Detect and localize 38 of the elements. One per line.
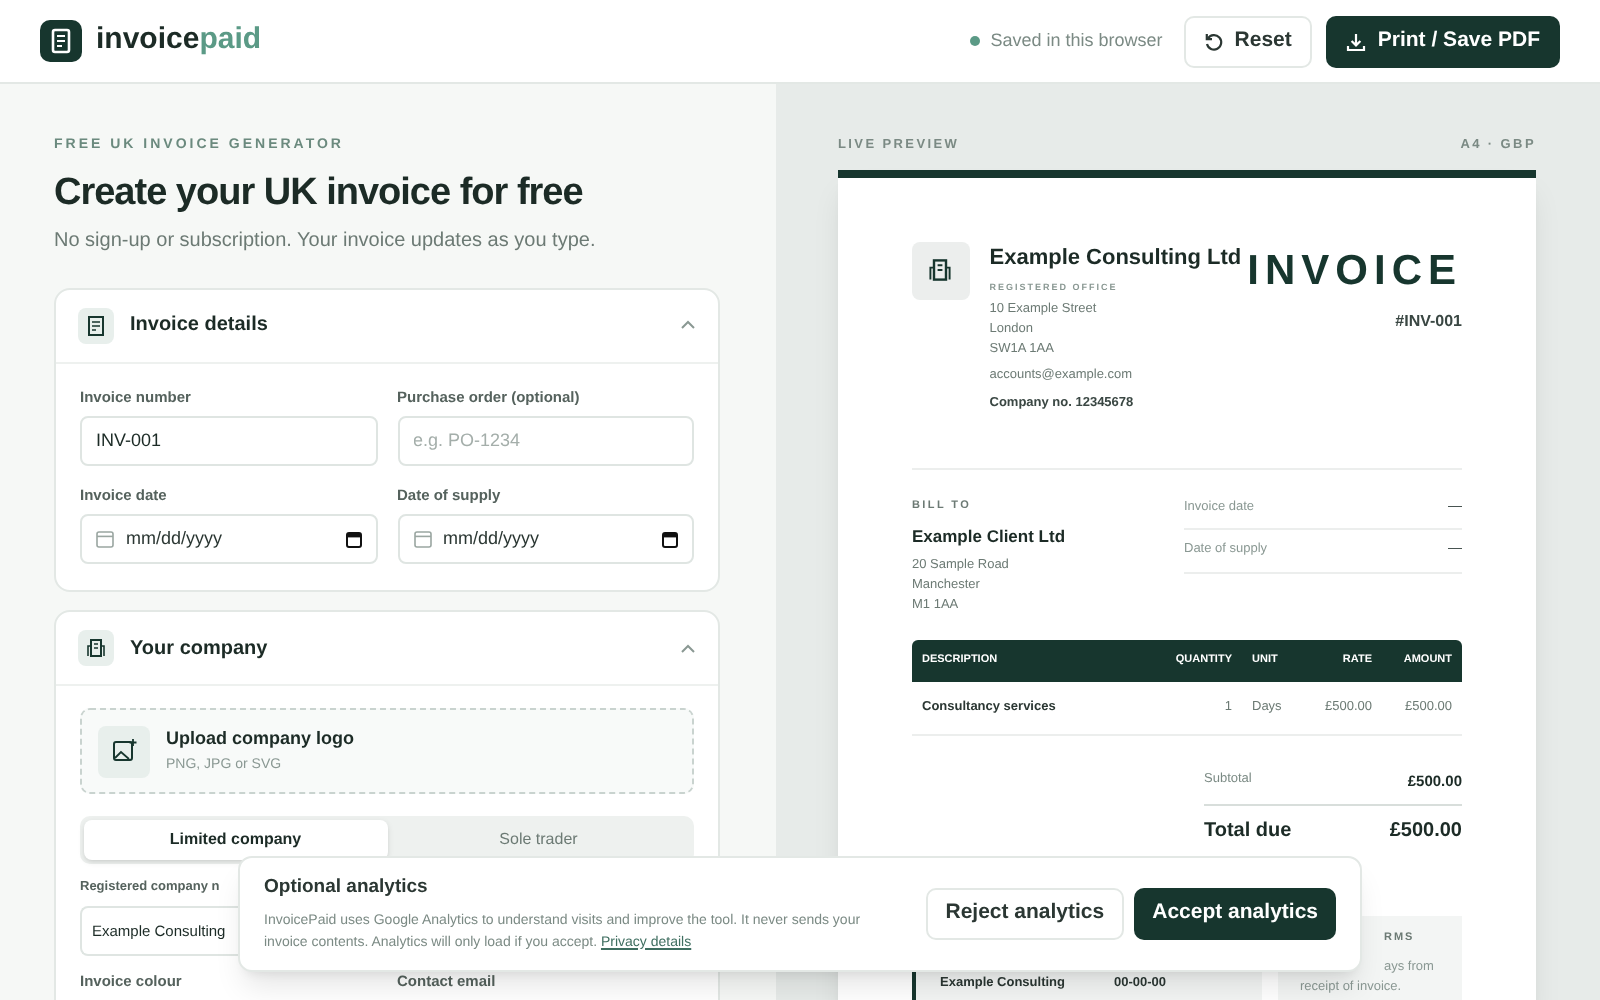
reset-button[interactable]: Reset	[1184, 15, 1312, 67]
client-name: Example Client Ltd	[912, 523, 1068, 549]
chevron-icon[interactable]	[680, 643, 696, 653]
download-icon	[1345, 31, 1366, 51]
calendar-icon	[96, 530, 114, 548]
company-name: Example Consulting Ltd	[989, 243, 1244, 274]
saved-status: Saved in this browser	[990, 27, 1163, 54]
date-field[interactable]: mm/dd/yyyy	[397, 514, 694, 564]
segment-tab[interactable]: Sole trader	[387, 820, 690, 860]
document-icon	[78, 307, 114, 343]
accept-button[interactable]: Accept analytics	[1134, 888, 1336, 940]
calendar-icon[interactable]	[662, 531, 678, 547]
image-add-icon	[98, 725, 150, 777]
invoice-title: INVOICE	[1247, 247, 1462, 296]
upload-title: Upload company logo	[166, 725, 355, 752]
building-icon	[912, 241, 970, 300]
banner-title: Optional analytics	[264, 874, 430, 903]
logo-icon	[40, 20, 82, 62]
status-dot-icon	[970, 36, 981, 46]
invoice-number: #INV-001	[1395, 309, 1462, 334]
text-field[interactable]: INV-001	[80, 415, 377, 466]
reset-icon	[1204, 31, 1225, 51]
calendar-icon	[413, 530, 431, 548]
chevron-icon[interactable]	[680, 320, 696, 330]
calendar-icon[interactable]	[345, 531, 361, 547]
page-subtitle: No sign-up or subscription. Your invoice updates as you type.	[54, 227, 598, 255]
logo-text: invoicepaid	[96, 20, 262, 61]
date-field[interactable]: mm/dd/yyyy	[80, 514, 377, 564]
text-field[interactable]: e.g. PO-1234	[397, 415, 694, 466]
building-icon	[78, 630, 114, 666]
section-title: Your company	[130, 635, 268, 663]
page-title: Create your UK invoice for free	[54, 169, 585, 217]
total-label: Total due	[1204, 817, 1292, 846]
print-button[interactable]: Print / Save PDF	[1325, 15, 1560, 67]
reject-button[interactable]: Reject analytics	[925, 888, 1125, 940]
section-title: Invoice details	[130, 312, 268, 340]
segment-tab[interactable]: Limited company	[84, 820, 387, 860]
total-value: £500.00	[1389, 817, 1462, 846]
